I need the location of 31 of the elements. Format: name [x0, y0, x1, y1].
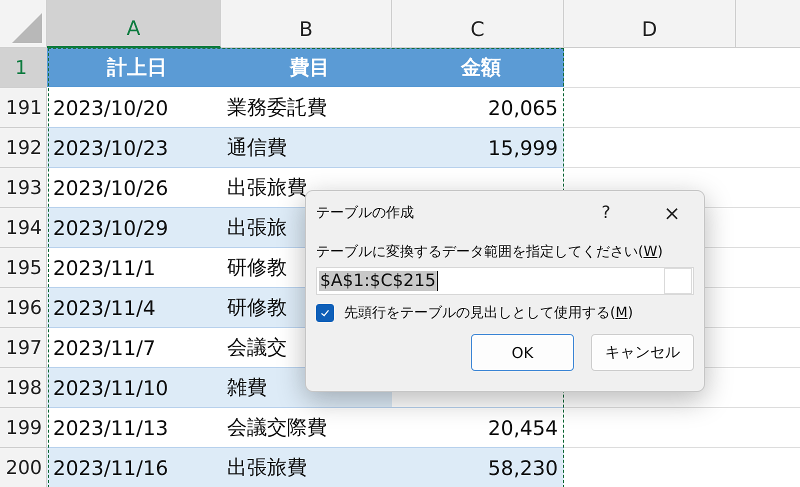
table-cell: 2023/11/16 — [47, 448, 221, 487]
table-cell: 2023/11/10 — [47, 368, 221, 408]
table-cell: 通信費 — [221, 128, 392, 168]
row-header[interactable]: 196 — [0, 288, 47, 328]
table-cell: 2023/11/4 — [47, 288, 221, 328]
table-cell: 出張旅費 — [221, 448, 392, 487]
row-header[interactable]: 194 — [0, 208, 47, 248]
row-header[interactable]: 191 — [0, 88, 47, 128]
help-button[interactable]: ? — [584, 197, 628, 229]
row-header[interactable]: 195 — [0, 248, 47, 288]
table-header-cell: 計上日 — [47, 48, 221, 88]
cancel-button[interactable]: キャンセル — [591, 334, 694, 371]
table-header-cell: 金額 — [392, 48, 564, 88]
row-header[interactable]: 197 — [0, 328, 47, 368]
close-button[interactable]: × — [650, 197, 694, 229]
ok-button[interactable]: OK — [471, 334, 574, 371]
table-header-cell: 費目 — [221, 48, 392, 88]
row-header[interactable]: 192 — [0, 128, 47, 168]
table-cell: 58,230 — [392, 448, 564, 487]
row-header[interactable]: 198 — [0, 368, 47, 408]
column-header[interactable]: B — [221, 0, 392, 48]
row-header[interactable]: 200 — [0, 448, 47, 487]
table-cell: 2023/10/23 — [47, 128, 221, 168]
table-cell: 15,999 — [392, 128, 564, 168]
column-header[interactable]: C — [392, 0, 564, 48]
row-header[interactable]: 193 — [0, 168, 47, 208]
row-header[interactable]: 199 — [0, 408, 47, 448]
column-header[interactable]: D — [564, 0, 736, 48]
range-value: $A$1:$C$215 — [319, 271, 437, 291]
table-cell: 2023/10/29 — [47, 208, 221, 248]
range-field[interactable]: $A$1:$C$215 — [316, 267, 694, 295]
